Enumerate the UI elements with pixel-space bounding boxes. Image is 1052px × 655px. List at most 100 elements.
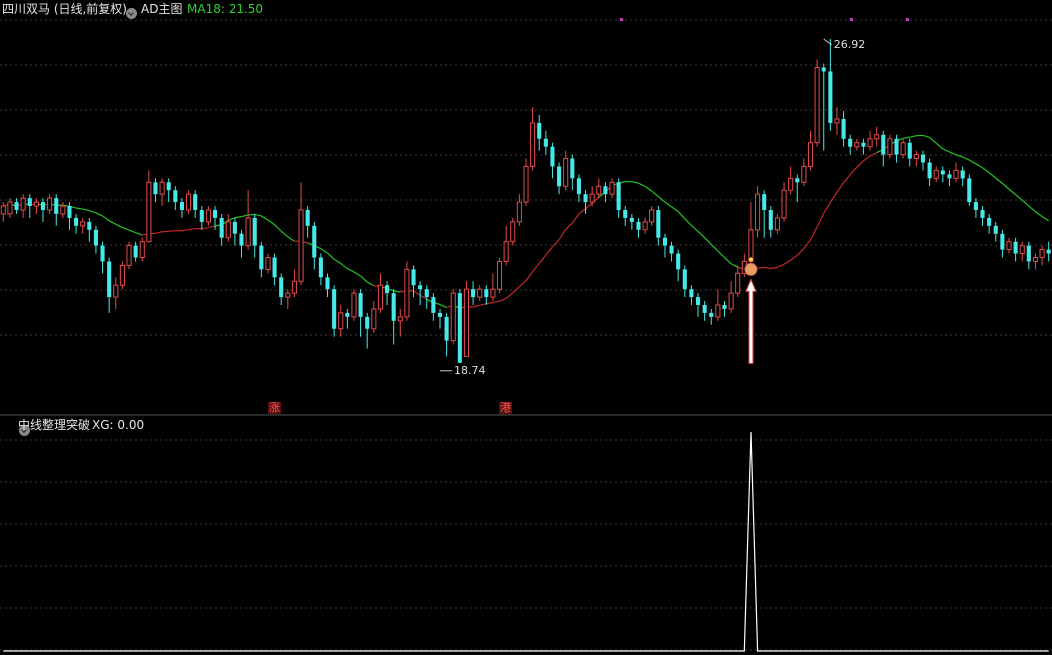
- ma18-line-segment: [764, 266, 771, 270]
- ma18-line-segment: [254, 213, 262, 217]
- main-indicator-label[interactable]: AD主图: [141, 0, 182, 18]
- candle-body: [391, 293, 396, 321]
- candle-body: [570, 158, 575, 179]
- ma18-line-segment: [969, 159, 977, 165]
- candle-body: [60, 205, 66, 215]
- candle-body: [20, 197, 26, 211]
- ma18-line-segment: [704, 237, 712, 245]
- candle-body: [503, 241, 509, 262]
- candle-body: [728, 292, 734, 310]
- ma18-line-segment: [684, 218, 692, 226]
- candle-body: [596, 185, 602, 195]
- candle-body: [1039, 249, 1045, 258]
- candle-body: [133, 245, 138, 258]
- candle-body: [927, 162, 932, 179]
- candle-body: [900, 142, 906, 156]
- ma18-line-segment: [856, 160, 864, 168]
- candle-body: [27, 198, 32, 207]
- candle-body: [219, 217, 224, 238]
- ma18-line-segment: [512, 286, 520, 294]
- candle-body: [861, 142, 866, 147]
- candle-body: [967, 178, 972, 203]
- candle-body: [848, 138, 853, 147]
- ma18-line-segment: [327, 252, 335, 260]
- money-bag-icon: [744, 262, 758, 276]
- candle-body: [623, 210, 628, 218]
- ma18-line-segment: [360, 275, 368, 283]
- ma18-line-segment: [248, 213, 255, 216]
- ma18-line-segment: [128, 229, 136, 234]
- candle-body: [146, 181, 152, 243]
- candle-body: [338, 312, 344, 330]
- candle-body: [960, 170, 965, 179]
- low-price-label: 18.74: [453, 363, 486, 377]
- ma18-label: MA18: 21.50: [187, 2, 264, 16]
- ma18-line-segment: [903, 136, 910, 139]
- ma18-line-segment: [836, 182, 845, 193]
- ma18-line-segment: [261, 215, 269, 221]
- candle-body: [377, 284, 383, 310]
- candle-body: [431, 297, 436, 313]
- candle-body: [332, 289, 337, 329]
- page-title: 四川双马 (日线,前复权): [2, 2, 127, 16]
- candle-body: [980, 210, 985, 218]
- candle-body: [444, 316, 449, 341]
- chevron-down-icon[interactable]: [126, 8, 137, 19]
- ma18-line-segment: [975, 163, 983, 169]
- candle-body: [371, 308, 377, 330]
- candle-body: [490, 288, 496, 298]
- ma18-line-segment: [995, 177, 1003, 184]
- ma18-line-segment: [135, 232, 143, 236]
- ma18-line-segment: [988, 172, 997, 179]
- candle-body: [834, 118, 840, 124]
- price-chart[interactable]: [0, 0, 1052, 655]
- gang-marker: 港: [499, 401, 512, 414]
- candle-body: [385, 285, 390, 294]
- ma18-line-segment: [631, 181, 639, 184]
- ma18-line-segment: [353, 271, 361, 277]
- ma18-line-segment: [929, 136, 937, 144]
- candle-body: [139, 241, 145, 259]
- sub-indicator-label[interactable]: 中线整理突破: [18, 416, 90, 434]
- buy-signal-arrow: [745, 278, 757, 364]
- candle-body: [239, 233, 244, 246]
- candle-body: [100, 245, 105, 262]
- ma18-line-segment: [757, 266, 765, 269]
- candle-body: [768, 210, 773, 230]
- event-marker: [850, 18, 853, 21]
- ma18-line-segment: [565, 222, 573, 230]
- ma18-line-segment: [115, 223, 123, 229]
- candle-body: [272, 257, 277, 278]
- candle-body: [404, 268, 410, 318]
- candle-body: [173, 190, 178, 203]
- candle-body: [225, 221, 231, 239]
- candle-body: [1000, 233, 1005, 250]
- candle-body: [496, 260, 503, 290]
- ma18-line-segment: [479, 303, 487, 306]
- xg-signal-line: [3, 431, 1049, 652]
- candle-body: [715, 304, 721, 318]
- ma18-line-segment: [108, 220, 117, 225]
- candle-body: [689, 289, 694, 298]
- ma18-line-segment: [942, 148, 950, 153]
- candle-body: [318, 257, 323, 278]
- candle-body: [609, 181, 615, 195]
- ma18-line-segment: [208, 225, 216, 229]
- ma18-line-segment: [75, 207, 83, 210]
- ma18-line-segment: [909, 135, 917, 138]
- candle-body: [74, 217, 79, 226]
- ma18-line-segment: [691, 224, 699, 232]
- ma18-line-segment: [525, 271, 534, 282]
- candle-body: [762, 194, 767, 210]
- candle-body: [993, 225, 998, 234]
- ma18-line-segment: [638, 182, 646, 187]
- candle-body: [265, 257, 271, 270]
- ma18-line-segment: [188, 228, 196, 231]
- candle-body: [695, 297, 701, 305]
- ma18-line-segment: [982, 167, 990, 174]
- ma18-line-segment: [829, 191, 838, 203]
- ma18-line-segment: [492, 300, 500, 304]
- ma18-line-segment: [320, 248, 328, 254]
- candle-body: [537, 122, 542, 139]
- candle-body: [291, 280, 297, 294]
